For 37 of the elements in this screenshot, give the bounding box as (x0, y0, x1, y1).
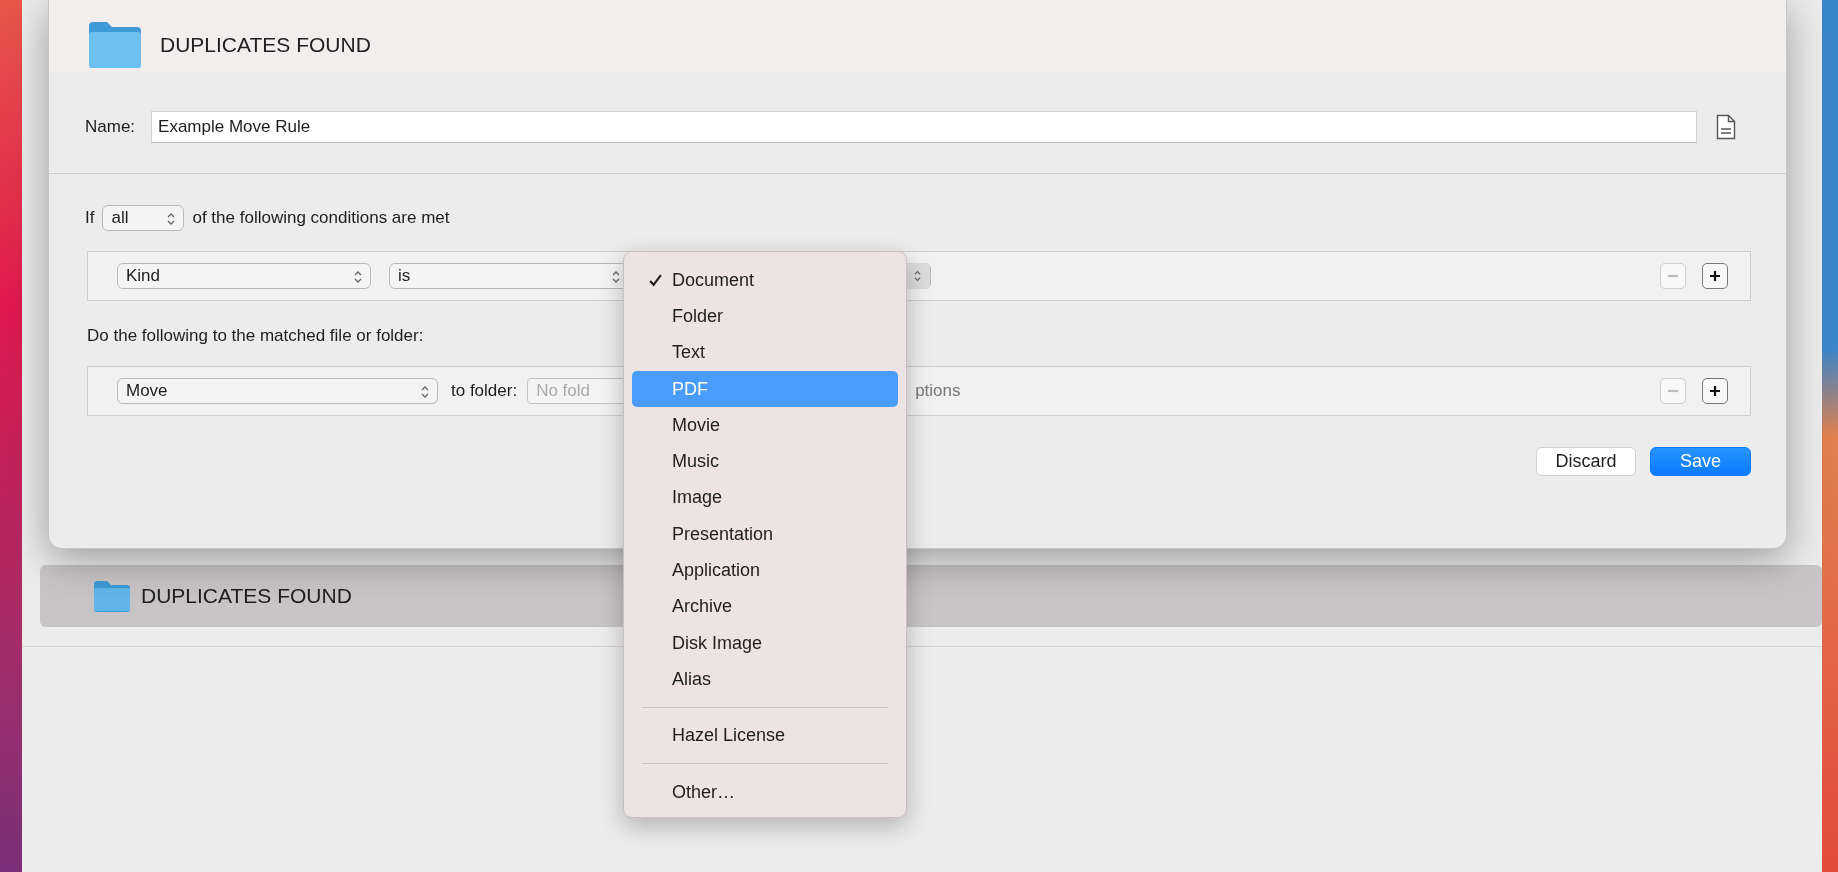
menu-item[interactable]: Image (632, 479, 898, 517)
folder-name: DUPLICATES FOUND (141, 584, 352, 608)
plus-icon (1708, 384, 1722, 398)
document-icon[interactable] (1716, 114, 1737, 140)
menu-item[interactable]: Other… (632, 773, 898, 811)
add-button[interactable] (1702, 263, 1728, 289)
chevron-icon (354, 270, 362, 284)
menu-item[interactable]: Disk Image (632, 624, 898, 662)
action-popup[interactable]: Move (117, 378, 438, 404)
folder-icon (87, 20, 143, 70)
chevron-icon (167, 212, 176, 226)
menu-item[interactable]: Presentation (632, 516, 898, 553)
menu-item[interactable]: Movie (632, 407, 898, 444)
name-label: Name: (85, 117, 136, 137)
condition-suffix: of the following conditions are met (192, 208, 450, 228)
menu-item[interactable]: Text (632, 334, 898, 371)
menu-item[interactable]: Folder (632, 298, 898, 335)
chevron-icon (421, 385, 429, 399)
menu-item[interactable]: Hazel License (632, 717, 898, 754)
to-folder-label: to folder: (451, 381, 518, 401)
match-popup[interactable]: all (102, 205, 185, 231)
condition-prefix: If (85, 208, 95, 228)
menu-item[interactable]: Music (632, 443, 898, 480)
folder-title: DUPLICATES FOUND (160, 33, 371, 57)
menu-item[interactable]: Archive (632, 588, 898, 625)
discard-button[interactable]: Discard (1536, 447, 1636, 476)
folder-icon (92, 579, 132, 613)
actions-label: Do the following to the matched file or folder: (86, 325, 425, 347)
menu-item[interactable]: Alias (632, 661, 898, 698)
plus-icon (1708, 269, 1722, 283)
name-field[interactable]: Example Move Rule (151, 111, 1698, 143)
save-button[interactable]: Save (1650, 447, 1751, 476)
options-label[interactable]: ptions (915, 381, 961, 401)
add-button[interactable] (1702, 378, 1728, 404)
chevron-icon (612, 270, 620, 284)
menu-item[interactable]: Document (632, 262, 898, 299)
attribute-popup[interactable]: Kind (117, 263, 371, 289)
